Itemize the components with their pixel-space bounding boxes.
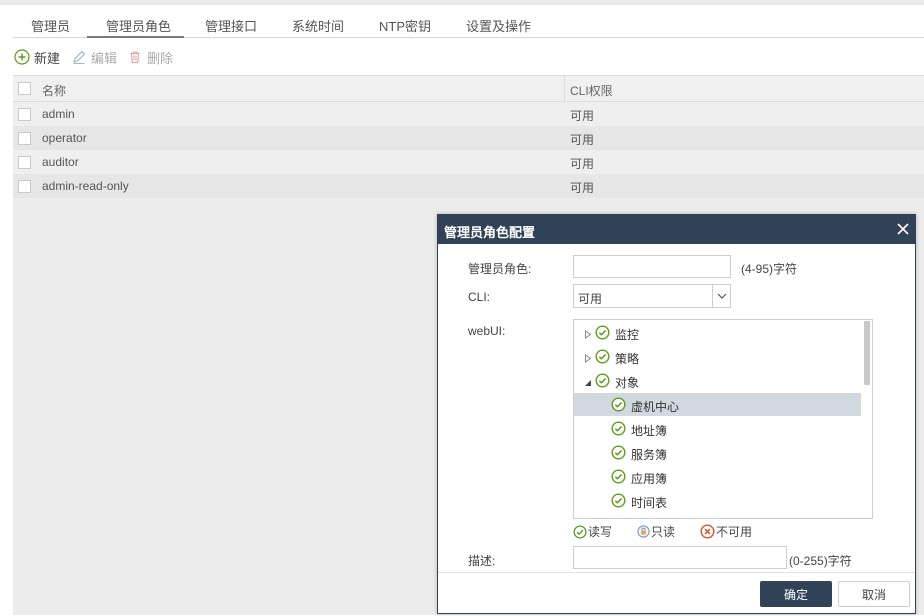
ok-button[interactable]: 确定 <box>760 581 832 607</box>
active-tab-indicator <box>87 36 184 38</box>
tree-node-label: 时间表 <box>631 496 668 510</box>
cancel-button[interactable]: 取消 <box>838 581 910 607</box>
pencil-icon <box>71 49 87 65</box>
tree-node-label: 地址簿 <box>631 424 668 438</box>
tree-node-policy[interactable]: 策略 <box>574 345 861 368</box>
select-all-checkbox[interactable] <box>18 82 31 95</box>
row-checkbox[interactable] <box>18 156 31 169</box>
tab-settings-operations[interactable]: 设置及操作 <box>466 16 531 35</box>
chevron-down-icon[interactable] <box>712 285 730 307</box>
add-icon <box>14 49 30 65</box>
tree-node-label: 监控 <box>615 328 640 342</box>
description-input[interactable] <box>573 546 787 569</box>
row-checkbox[interactable] <box>18 132 31 145</box>
role-config-dialog: 管理员角色配置 管理员角色: (4-95)字符 CLI: 可用 webUI: 监… <box>437 214 916 614</box>
read-write-icon[interactable] <box>611 445 626 460</box>
tree-node-label: 对象 <box>615 376 640 390</box>
role-name: auditor <box>42 155 79 169</box>
legend-unavailable: 不可用 <box>700 523 752 540</box>
description-hint: (0-255)字符 <box>789 554 852 568</box>
edit-button[interactable]: 编辑 <box>71 47 117 67</box>
top-strip <box>0 0 924 5</box>
expand-icon[interactable] <box>584 352 592 363</box>
cli-permission: 可用 <box>570 181 595 195</box>
new-button-label: 新建 <box>34 50 61 66</box>
legend-read-only-label: 只读 <box>651 525 676 539</box>
role-name: admin-read-only <box>42 179 129 193</box>
delete-button-label: 删除 <box>147 50 174 66</box>
cli-permission: 可用 <box>570 109 595 123</box>
new-button[interactable]: 新建 <box>14 47 60 67</box>
row-checkbox[interactable] <box>18 108 31 121</box>
tree-node-app-book[interactable]: 应用簿 <box>574 465 861 488</box>
tab-admin-roles[interactable]: 管理员角色 <box>106 16 171 35</box>
unavailable-icon <box>700 524 715 539</box>
table-row[interactable]: operator 可用 <box>13 126 924 150</box>
tree-scrollbar-thumb[interactable] <box>864 321 870 385</box>
expand-icon[interactable] <box>584 328 592 339</box>
dialog-title: 管理员角色配置 <box>444 225 536 240</box>
legend-unavailable-label: 不可用 <box>716 525 753 539</box>
table-row[interactable]: admin 可用 <box>13 102 924 126</box>
cli-permission: 可用 <box>570 157 595 171</box>
column-header-name[interactable]: 名称 <box>42 82 66 99</box>
tree-node-schedule[interactable]: 时间表 <box>574 489 861 512</box>
role-name: operator <box>42 131 87 145</box>
read-write-icon[interactable] <box>611 493 626 508</box>
close-icon[interactable] <box>895 221 911 237</box>
tree-scrollbar[interactable] <box>862 320 872 518</box>
table-header: 名称 CLI权限 <box>13 76 924 102</box>
tab-admins[interactable]: 管理员 <box>31 16 70 35</box>
tab-system-time[interactable]: 系统时间 <box>292 16 344 35</box>
cli-label: CLI: <box>468 290 491 304</box>
role-name-hint: (4-95)字符 <box>741 262 798 276</box>
legend-read-write-label: 读写 <box>588 525 613 539</box>
read-write-icon[interactable] <box>611 469 626 484</box>
read-write-icon[interactable] <box>595 325 610 340</box>
webui-label: webUI: <box>468 324 506 338</box>
delete-button[interactable]: 删除 <box>127 47 173 67</box>
tree-node-vm-center[interactable]: 虚机中心 <box>574 393 861 416</box>
tree-node-label: 应用簿 <box>631 472 668 486</box>
role-name: admin <box>42 107 75 121</box>
cli-select-value: 可用 <box>578 292 603 306</box>
read-write-icon[interactable] <box>611 421 626 436</box>
read-only-icon <box>637 525 650 538</box>
tree-node-object[interactable]: 对象 <box>574 369 861 392</box>
read-write-icon[interactable] <box>611 397 626 412</box>
description-label: 描述: <box>468 554 496 568</box>
tree-node-label: 虚机中心 <box>631 400 680 414</box>
tree-node-monitor[interactable]: 监控 <box>574 321 861 344</box>
tab-ntp-key[interactable]: NTP密钥 <box>379 16 431 35</box>
tree-node-address-book[interactable]: 地址簿 <box>574 417 861 440</box>
read-write-icon <box>573 524 587 539</box>
cli-select[interactable]: 可用 <box>573 284 731 308</box>
dialog-footer: 确定 取消 <box>438 572 915 613</box>
tree-node-service-book[interactable]: 服务簿 <box>574 441 861 464</box>
row-checkbox[interactable] <box>18 180 31 193</box>
dialog-header[interactable]: 管理员角色配置 <box>438 215 915 244</box>
edit-button-label: 编辑 <box>91 50 118 66</box>
tree-node-label: 策略 <box>615 352 640 366</box>
legend-read-only: 只读 <box>637 523 675 540</box>
read-write-icon[interactable] <box>595 373 610 388</box>
tab-management-interface[interactable]: 管理接口 <box>205 16 257 35</box>
cli-permission: 可用 <box>570 133 595 147</box>
table-row[interactable]: auditor 可用 <box>13 150 924 174</box>
webui-permission-tree: 监控 策略 对象 虚机中心 地址簿 服务簿 应用簿 时间表 <box>573 319 873 519</box>
tree-node-label: 服务簿 <box>631 448 668 462</box>
column-divider[interactable] <box>564 76 565 102</box>
read-write-icon[interactable] <box>595 349 610 364</box>
tab-bar: 管理员 管理员角色 管理接口 系统时间 NTP密钥 设置及操作 <box>13 10 924 38</box>
column-header-cli[interactable]: CLI权限 <box>570 82 613 99</box>
collapse-icon[interactable] <box>584 376 592 386</box>
role-name-input[interactable] <box>573 255 731 278</box>
table-row[interactable]: admin-read-only 可用 <box>13 174 924 198</box>
role-name-label: 管理员角色: <box>468 262 532 276</box>
legend-read-write: 读写 <box>573 523 612 540</box>
trash-icon <box>127 49 143 65</box>
